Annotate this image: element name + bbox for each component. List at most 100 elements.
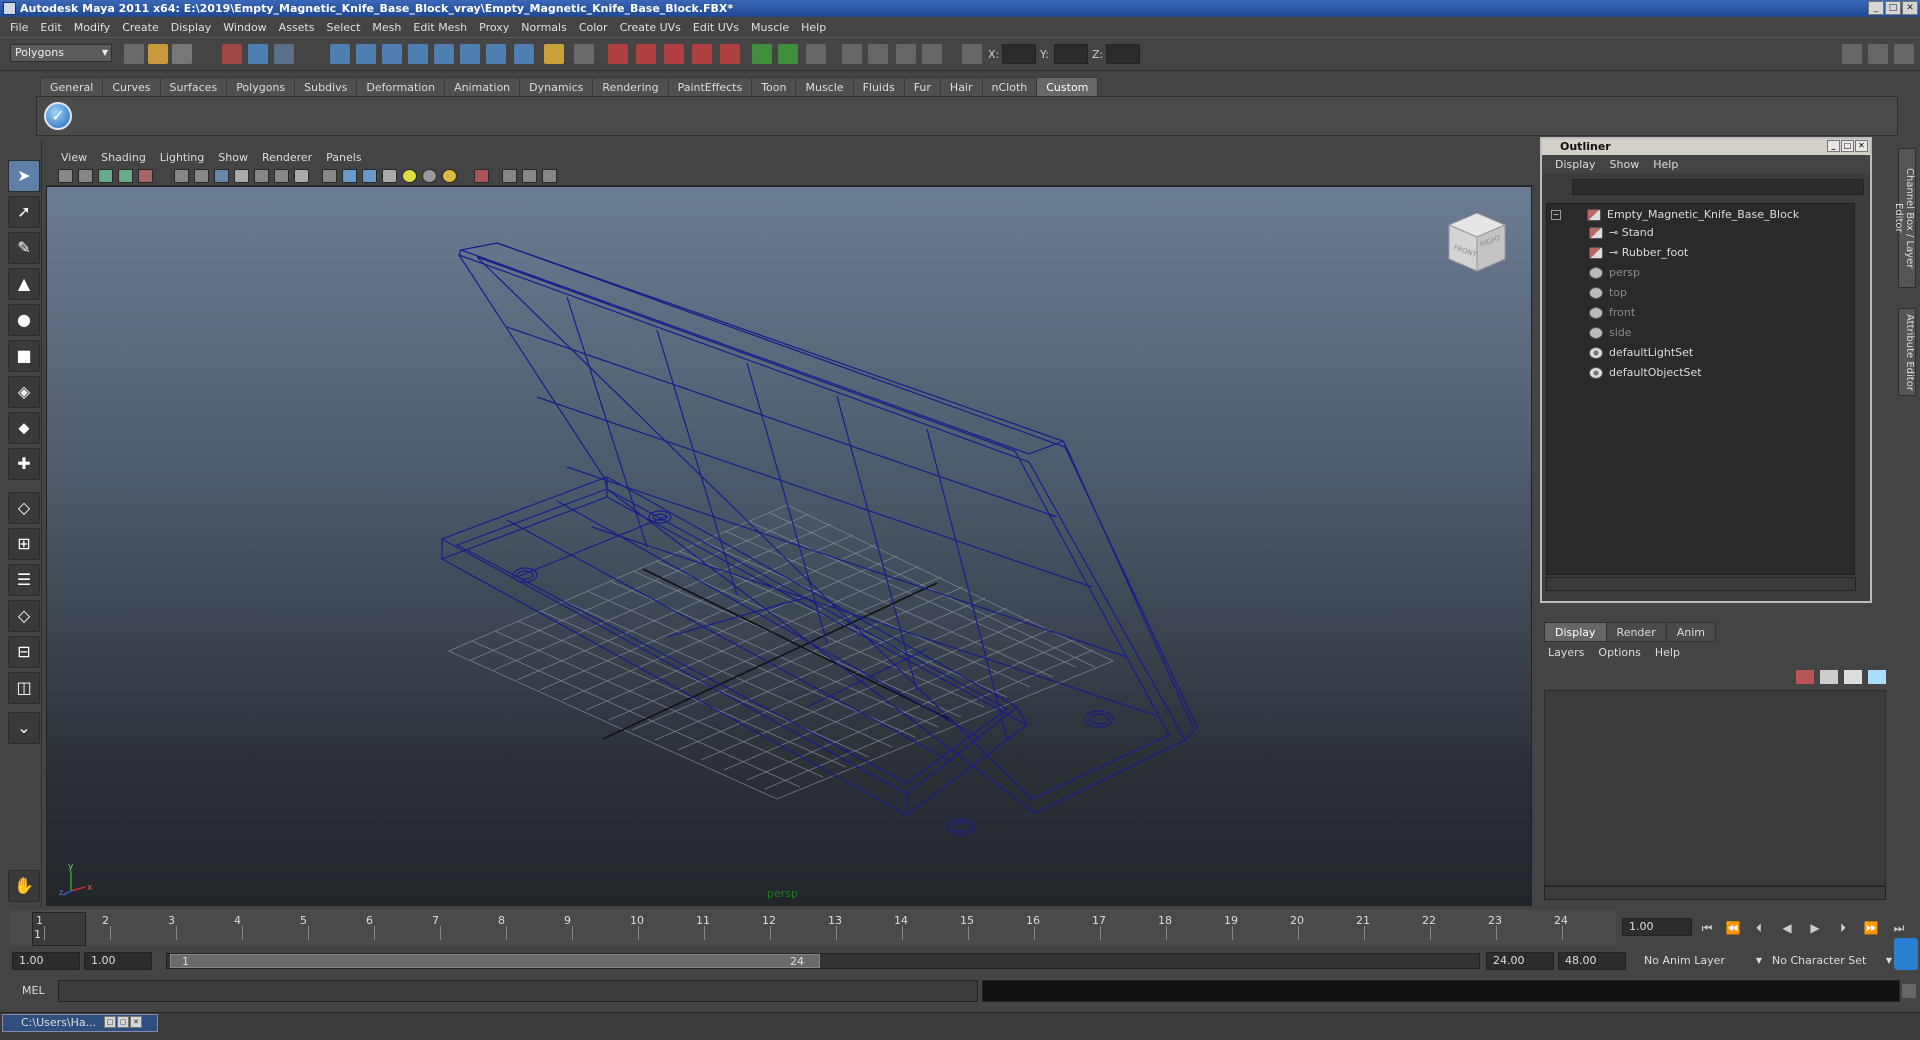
menu-help[interactable]: Help	[795, 21, 832, 34]
shelf-tab-ncloth[interactable]: nCloth	[981, 77, 1038, 96]
auto-key-icon[interactable]	[1894, 938, 1918, 970]
menu-proxy[interactable]: Proxy	[473, 21, 515, 34]
menu-select[interactable]: Select	[320, 21, 366, 34]
new-scene-icon[interactable]	[124, 44, 144, 64]
soft-mod-icon[interactable]: ⬥	[8, 412, 40, 444]
checkmark-icon[interactable]: ✓	[44, 102, 72, 130]
shelf-tab-general[interactable]: General	[40, 77, 104, 96]
playback-start-field[interactable]: 1.00	[84, 952, 152, 970]
text-icon[interactable]	[294, 169, 309, 183]
lock-icon[interactable]	[544, 44, 564, 64]
snap-grid-icon[interactable]	[330, 44, 350, 64]
snap-plane-icon[interactable]	[408, 44, 428, 64]
outliner-item[interactable]: ⊸ Stand	[1589, 224, 1654, 242]
shelf-tab-hair[interactable]: Hair	[939, 77, 983, 96]
snap-surface-icon[interactable]	[434, 44, 454, 64]
menu-create[interactable]: Create	[116, 21, 165, 34]
outliner-item[interactable]: top	[1589, 284, 1627, 302]
render-globals-icon[interactable]	[720, 44, 740, 64]
resolution-gate-icon[interactable]	[194, 169, 209, 183]
wireframe-on-shaded-icon[interactable]	[362, 169, 377, 183]
outliner-menu-show[interactable]: Show	[1603, 158, 1647, 171]
shelf-tab-rendering[interactable]: Rendering	[592, 77, 669, 96]
field-chart-icon[interactable]	[234, 169, 249, 183]
new-layer-selected-icon[interactable]	[1868, 670, 1886, 684]
menu-assets[interactable]: Assets	[273, 21, 321, 34]
xray-joints-icon[interactable]	[522, 169, 537, 183]
x-field[interactable]	[1002, 44, 1036, 64]
layout-outliner-icon[interactable]	[896, 44, 916, 64]
menu-muscle[interactable]: Muscle	[745, 21, 795, 34]
menu-color[interactable]: Color	[573, 21, 614, 34]
use-default-lighting-icon[interactable]	[402, 169, 417, 183]
animation-end-field[interactable]: 48.00	[1558, 952, 1626, 970]
shelf-tab-painteffects[interactable]: PaintEffects	[667, 77, 753, 96]
smooth-shade-icon[interactable]	[342, 169, 357, 183]
toggle-tool-settings-icon[interactable]	[1894, 44, 1914, 64]
outliner-horizontal-scrollbar[interactable]	[1546, 577, 1856, 591]
outliner-filter-input[interactable]	[1572, 179, 1864, 195]
layer-tab-render[interactable]: Render	[1605, 622, 1667, 642]
new-layer-icon[interactable]	[1844, 670, 1862, 684]
wireframe-icon[interactable]	[322, 169, 337, 183]
save-scene-icon[interactable]	[172, 44, 192, 64]
shelf-tab-toon[interactable]: Toon	[751, 77, 797, 96]
vp-menu-panels[interactable]: Panels	[319, 151, 368, 164]
script-editor-icon[interactable]	[1902, 984, 1916, 998]
menu-window[interactable]: Window	[217, 21, 272, 34]
xray-tool-icon[interactable]: ✋	[8, 870, 40, 902]
current-frame-field[interactable]: 1.00	[1622, 918, 1692, 936]
outliner-item[interactable]: defaultLightSet	[1589, 344, 1693, 362]
snap-point-icon[interactable]	[382, 44, 402, 64]
manipulator-tool-icon[interactable]: ◈	[8, 376, 40, 408]
xray-icon[interactable]	[502, 169, 517, 183]
shelf-tab-surfaces[interactable]: Surfaces	[159, 77, 228, 96]
render-settings-icon[interactable]	[664, 44, 684, 64]
outliner-item[interactable]: defaultObjectSet	[1589, 364, 1702, 382]
shelf-tab-muscle[interactable]: Muscle	[795, 77, 854, 96]
history-icon[interactable]	[460, 44, 480, 64]
layout-single-icon[interactable]	[842, 44, 862, 64]
time-slider[interactable]	[10, 910, 1616, 946]
vp-menu-show[interactable]: Show	[211, 151, 255, 164]
textured-icon[interactable]	[382, 169, 397, 183]
help-query-icon[interactable]	[514, 44, 534, 64]
outliner-item[interactable]: front	[1589, 304, 1635, 322]
outliner-close-button[interactable]: ✕	[1855, 140, 1868, 152]
construction-history-icon[interactable]	[486, 44, 506, 64]
menu-edit-mesh[interactable]: Edit Mesh	[407, 21, 473, 34]
go-to-end-icon[interactable]: ⏭	[1888, 920, 1910, 936]
layout-hypershade-icon[interactable]: ⊟	[8, 636, 40, 668]
perspective-viewport[interactable]: FRONT RIGHT y x z persp	[46, 186, 1532, 906]
render-current-icon[interactable]	[608, 44, 628, 64]
layout-four-icon[interactable]	[868, 44, 888, 64]
step-back-key-icon[interactable]: ⏴	[1748, 920, 1770, 936]
shelf-tab-curves[interactable]: Curves	[102, 77, 161, 96]
play-backward-icon[interactable]: ◀	[1776, 920, 1798, 936]
anim-layer-select[interactable]: No Anim Layer ▼	[1644, 952, 1762, 970]
camera-select-icon[interactable]	[58, 169, 73, 183]
select-object-icon[interactable]	[248, 44, 268, 64]
menu-display[interactable]: Display	[165, 21, 218, 34]
collapse-toggle-icon[interactable]: −	[1551, 210, 1561, 220]
restore-button[interactable]: □	[104, 1016, 116, 1028]
outliner-menu-display[interactable]: Display	[1548, 158, 1603, 171]
layer-menu-layers[interactable]: Layers	[1548, 646, 1584, 659]
menu-normals[interactable]: Normals	[515, 21, 573, 34]
menu-file[interactable]: File	[4, 21, 34, 34]
layout-outliner-pane-icon[interactable]: ☰	[8, 564, 40, 596]
menu-mesh[interactable]: Mesh	[366, 21, 407, 34]
vp-menu-lighting[interactable]: Lighting	[153, 151, 211, 164]
view-cube[interactable]: FRONT RIGHT	[1441, 207, 1511, 277]
rotate-tool-icon[interactable]: ●	[8, 304, 40, 336]
step-forward-frame-icon[interactable]: ⏩	[1860, 920, 1882, 936]
layout-four-pane-icon[interactable]: ⊞	[8, 528, 40, 560]
layer-horizontal-scrollbar[interactable]	[1544, 886, 1886, 900]
show-manipulator-icon[interactable]: ✚	[8, 448, 40, 480]
select-tool-icon[interactable]: ➤	[8, 160, 40, 192]
outliner-item[interactable]: − Empty_Magnetic_Knife_Base_Block	[1551, 206, 1799, 224]
vp-menu-renderer[interactable]: Renderer	[255, 151, 319, 164]
mel-label[interactable]: MEL	[22, 984, 45, 997]
outliner-minimize-button[interactable]: _	[1827, 140, 1840, 152]
shelf-tab-subdivs[interactable]: Subdivs	[294, 77, 358, 96]
